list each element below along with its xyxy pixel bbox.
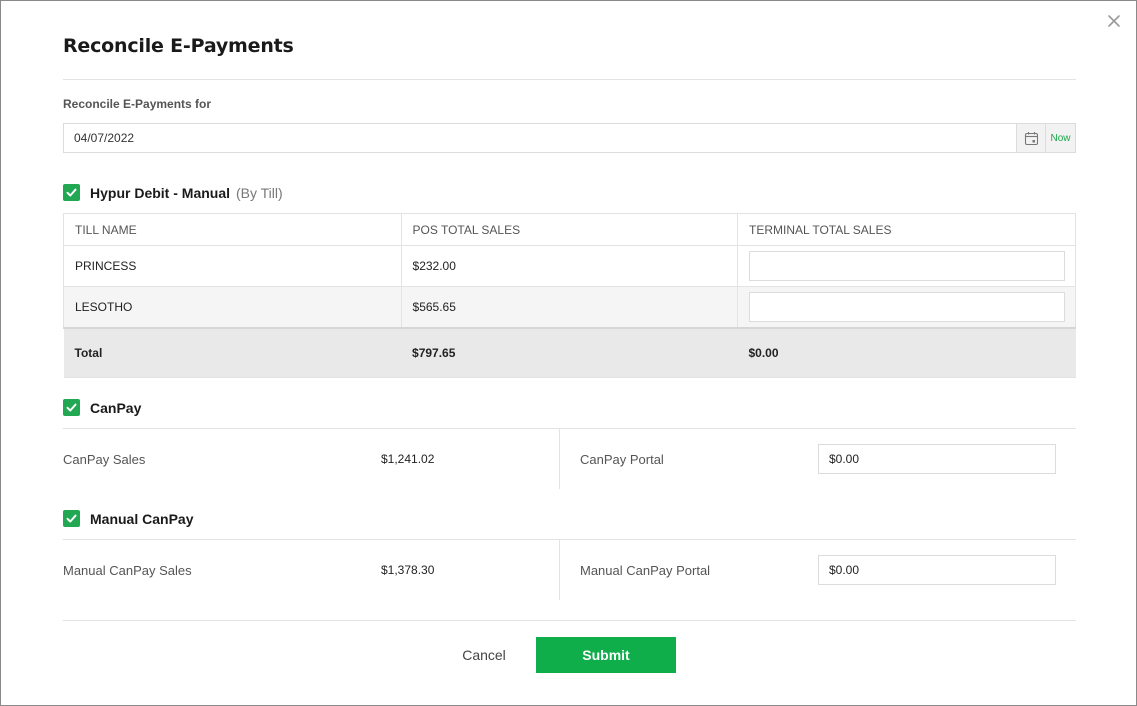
hypur-checkbox[interactable] [63, 184, 80, 201]
till-table: TILL NAME POS TOTAL SALES TERMINAL TOTAL… [63, 213, 1076, 378]
check-icon [66, 403, 77, 412]
total-row: Total $797.65 $0.00 [63, 326, 1076, 378]
check-icon [66, 188, 77, 197]
manual-canpay-portal-input[interactable] [818, 555, 1056, 585]
canpay-section-header: CanPay [63, 399, 141, 416]
terminal-total-input[interactable] [749, 291, 1065, 322]
column-header-till-name: TILL NAME [63, 213, 402, 246]
date-field-label: Reconcile E-Payments for [63, 97, 212, 111]
till-name-cell: PRINCESS [63, 245, 402, 287]
terminal-total-cell [737, 286, 1076, 328]
footer-divider [63, 620, 1076, 621]
till-name-cell: LESOTHO [63, 286, 402, 328]
title-divider [63, 79, 1076, 80]
pos-total-cell: $232.00 [400, 245, 739, 287]
canpay-sales-value: $1,241.02 [381, 452, 435, 466]
column-header-terminal-total: TERMINAL TOTAL SALES [737, 213, 1076, 246]
close-icon[interactable] [1106, 13, 1122, 29]
column-divider [559, 540, 560, 600]
canpay-checkbox[interactable] [63, 399, 80, 416]
hypur-section-header: Hypur Debit - Manual (By Till) [63, 184, 283, 201]
table-header-row: TILL NAME POS TOTAL SALES TERMINAL TOTAL… [63, 213, 1076, 246]
terminal-total-input[interactable] [749, 251, 1065, 281]
column-header-pos-total: POS TOTAL SALES [400, 213, 739, 246]
canpay-title: CanPay [90, 399, 142, 416]
table-row: LESOTHO $565.65 [63, 286, 1076, 328]
manual-canpay-checkbox[interactable] [63, 510, 80, 527]
column-divider [559, 429, 560, 489]
cancel-button[interactable]: Cancel [449, 637, 519, 673]
canpay-row: CanPay Sales $1,241.02 CanPay Portal [63, 429, 1076, 489]
modal-footer: Cancel Submit [63, 637, 1076, 673]
check-icon [66, 514, 77, 523]
table-row: PRINCESS $232.00 [63, 245, 1076, 287]
date-row: Now [63, 123, 1076, 153]
now-button[interactable]: Now [1045, 123, 1076, 153]
calendar-icon[interactable] [1016, 123, 1045, 153]
total-pos-value: $797.65 [401, 326, 738, 378]
manual-canpay-row: Manual CanPay Sales $1,378.30 Manual Can… [63, 540, 1076, 600]
hypur-subtitle: (By Till) [236, 184, 283, 201]
manual-canpay-title: Manual CanPay [90, 510, 194, 527]
reconcile-modal: Reconcile E-Payments Reconcile E-Payment… [0, 0, 1137, 706]
canpay-sales-label: CanPay Sales [63, 452, 146, 467]
manual-canpay-portal-label: Manual CanPay Portal [580, 563, 711, 578]
canpay-portal-label: CanPay Portal [580, 452, 664, 467]
hypur-title: Hypur Debit - Manual [90, 184, 231, 201]
pos-total-cell: $565.65 [400, 286, 739, 328]
manual-canpay-sales-value: $1,378.30 [381, 563, 435, 577]
submit-button[interactable]: Submit [536, 637, 676, 673]
manual-canpay-sales-label: Manual CanPay Sales [63, 563, 192, 578]
terminal-total-cell [737, 245, 1076, 287]
date-input[interactable] [63, 123, 1016, 153]
modal-title: Reconcile E-Payments [63, 35, 294, 57]
total-terminal-value: $0.00 [737, 326, 1076, 378]
total-label: Total [63, 326, 402, 378]
manual-canpay-section-header: Manual CanPay [63, 510, 193, 527]
canpay-portal-input[interactable] [818, 444, 1056, 474]
